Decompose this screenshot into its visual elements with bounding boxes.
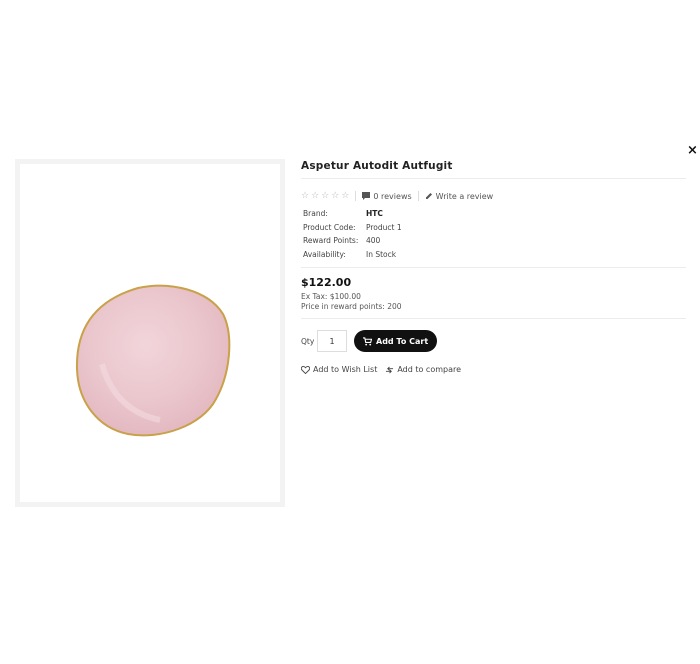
write-review-label: Write a review xyxy=(435,191,494,201)
spec-row-reward-points: Reward Points: 400 xyxy=(301,234,686,248)
spec-row-brand: Brand: HTC xyxy=(301,207,686,221)
wishlist-link[interactable]: Add to Wish List xyxy=(301,365,377,374)
secondary-actions: Add to Wish List Add to compare xyxy=(301,365,686,374)
compare-label: Add to compare xyxy=(397,365,462,374)
ex-tax-price: Ex Tax: $100.00 xyxy=(301,292,361,301)
quantity-input[interactable] xyxy=(317,330,347,352)
star-empty-icon: ☆ xyxy=(301,190,310,201)
reviews-link[interactable]: 0 reviews xyxy=(362,191,412,201)
plate-image xyxy=(75,284,231,437)
reward-points-price: Price in reward points: 200 xyxy=(301,301,402,311)
spec-key: Brand: xyxy=(303,209,328,218)
spec-row-availability: Availability: In Stock xyxy=(301,248,686,262)
close-button[interactable]: × xyxy=(685,143,700,158)
product-price: $122.00 xyxy=(301,276,352,289)
reviews-count: 0 reviews xyxy=(373,191,412,201)
write-review-link[interactable]: Write a review xyxy=(425,191,494,201)
product-info: Aspetur Autodit Autfugit ☆ ☆ ☆ ☆ ☆ 0 rev… xyxy=(301,158,686,374)
spec-list: Brand: HTC Product Code: Product 1 Rewar… xyxy=(301,207,686,261)
spec-key: Availability: xyxy=(303,249,346,259)
wishlist-label: Add to Wish List xyxy=(313,365,378,374)
qty-label: Qty xyxy=(301,336,315,346)
spec-key: Reward Points: xyxy=(303,236,359,245)
rating-row: ☆ ☆ ☆ ☆ ☆ 0 reviews Write a review xyxy=(301,188,686,204)
add-to-cart-label: Add To Cart xyxy=(376,336,429,346)
separator xyxy=(417,191,419,201)
brand-link[interactable]: HTC xyxy=(366,207,383,221)
product-image[interactable] xyxy=(15,159,285,507)
spec-value: In Stock xyxy=(366,249,397,259)
divider xyxy=(301,178,686,179)
spec-value: Product 1 xyxy=(366,222,402,232)
star-empty-icon: ☆ xyxy=(341,190,350,201)
product-title: Aspetur Autodit Autfugit xyxy=(301,160,453,172)
add-to-cart-row: Qty Add To Cart xyxy=(301,329,686,353)
star-empty-icon: ☆ xyxy=(311,190,320,201)
star-empty-icon: ☆ xyxy=(331,190,340,201)
comment-icon xyxy=(362,192,371,200)
divider xyxy=(301,318,686,319)
pencil-icon xyxy=(425,193,432,199)
price-block: $122.00 Ex Tax: $100.00 Price in reward … xyxy=(301,274,686,311)
divider xyxy=(301,267,686,268)
close-icon: × xyxy=(687,143,698,158)
add-to-cart-button[interactable]: Add To Cart xyxy=(354,330,438,352)
spec-value: 400 xyxy=(366,236,381,245)
heart-icon xyxy=(301,365,310,374)
spec-row-product-code: Product Code: Product 1 xyxy=(301,221,686,235)
cart-icon xyxy=(363,336,372,346)
separator xyxy=(355,191,357,201)
compare-link[interactable]: Add to compare xyxy=(385,365,461,374)
compare-icon xyxy=(386,366,394,373)
rating-stars: ☆ ☆ ☆ ☆ ☆ xyxy=(301,190,350,201)
spec-key: Product Code: xyxy=(303,222,356,232)
star-empty-icon: ☆ xyxy=(321,190,330,201)
